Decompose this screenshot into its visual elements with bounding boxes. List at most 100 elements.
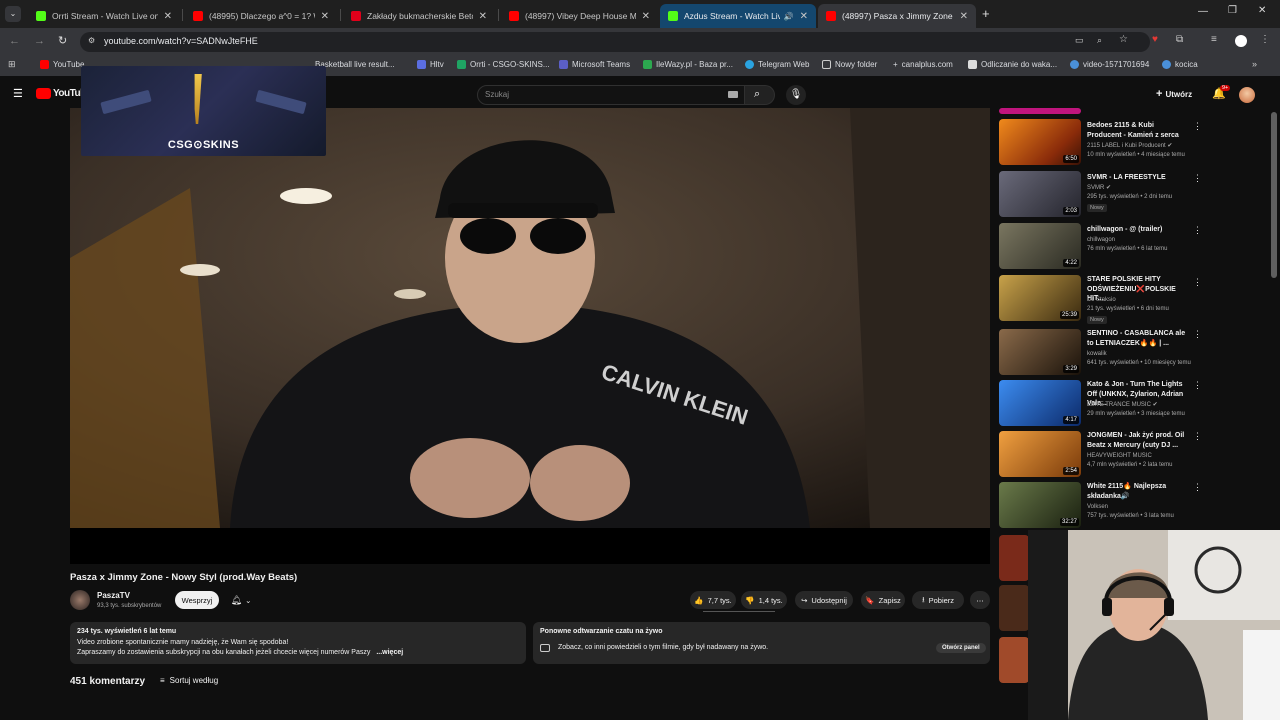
bookmark-folder[interactable]: Nowy folder: [822, 60, 877, 69]
speaker-icon[interactable]: 🔊: [784, 12, 794, 21]
bookmark-youtube[interactable]: YouTube: [40, 60, 84, 69]
bookmark-teams[interactable]: Microsoft Teams: [559, 60, 630, 69]
related-video-thumbnail[interactable]: 4:22: [999, 223, 1081, 269]
related-video-channel[interactable]: HEAVYWEIGHT MUSIC: [1087, 452, 1152, 461]
related-video-channel[interactable]: SVMR ✔: [1087, 184, 1111, 193]
related-video-thumbnail[interactable]: 3:29: [999, 329, 1081, 375]
forward-button[interactable]: →: [34, 35, 45, 47]
apps-icon[interactable]: ⊞: [8, 59, 16, 70]
bookmark-basketball[interactable]: Basketball live result...: [315, 60, 395, 69]
tab-math[interactable]: (48995) Dlaczego a^0 = 1? Wy ✕: [185, 4, 337, 28]
tab-search-button[interactable]: ⌄: [5, 6, 21, 22]
url-text[interactable]: youtube.com/watch?v=SADNwJteFHE: [104, 36, 258, 46]
bookmark-hltv[interactable]: Hltv: [417, 60, 444, 69]
avatar[interactable]: [1239, 87, 1255, 103]
minimize-button[interactable]: —: [1198, 6, 1208, 17]
bookmark-kocica[interactable]: kocica: [1162, 60, 1198, 69]
related-video-title[interactable]: chillwagon - @ (trailer): [1087, 225, 1187, 235]
more-icon[interactable]: ⋮: [1193, 482, 1202, 493]
related-video-channel[interactable]: DJ Staksio: [1087, 296, 1116, 305]
channel-name[interactable]: PaszaTV: [97, 591, 130, 600]
search-input[interactable]: Szukaj: [477, 85, 745, 105]
related-video-channel[interactable]: Volksen: [1087, 503, 1108, 512]
support-button[interactable]: Wesprzyj: [175, 591, 219, 609]
save-button[interactable]: 🔖 Zapisz: [861, 591, 905, 609]
related-video-thumbnail[interactable]: 6:50: [999, 119, 1081, 165]
open-panel-button[interactable]: Otwórz panel: [936, 643, 986, 653]
reload-button[interactable]: ↻: [58, 34, 67, 47]
extensions-icon[interactable]: ⧉: [1176, 34, 1183, 45]
related-video-title[interactable]: Bedoes 2115 & Kubi Producent - Kamień z …: [1087, 121, 1187, 140]
dislike-button[interactable]: 👎 1,4 tys.: [741, 591, 787, 609]
hamburger-icon[interactable]: ☰: [13, 87, 23, 100]
create-button[interactable]: + Utwórz: [1156, 88, 1192, 100]
extension-red-icon[interactable]: ♥: [1152, 34, 1158, 45]
bookmark-ilewazy[interactable]: IleWazy.pl - Baza pr...: [643, 60, 733, 69]
bookmark-video[interactable]: video-1571701694: [1070, 60, 1149, 69]
more-icon[interactable]: ⋮: [1193, 173, 1202, 184]
related-video-channel[interactable]: kowalik: [1087, 350, 1107, 359]
related-video-thumbnail[interactable]: 2:54: [999, 431, 1081, 477]
more-icon[interactable]: ⋮: [1193, 380, 1202, 391]
related-video-thumbnail[interactable]: 2:03: [999, 171, 1081, 217]
related-video-channel[interactable]: chillwagon: [1087, 236, 1115, 245]
back-button[interactable]: ←: [9, 35, 20, 47]
related-video-thumbnail[interactable]: 32:27: [999, 482, 1081, 528]
more-icon[interactable]: ⋮: [1193, 329, 1202, 340]
close-icon[interactable]: ✕: [800, 11, 808, 22]
menu-icon[interactable]: ⋮: [1260, 34, 1270, 45]
notifications-button[interactable]: 🔔 9+: [1212, 85, 1231, 100]
more-icon[interactable]: ⋮: [1193, 225, 1202, 236]
more-link[interactable]: ...więcej: [376, 649, 403, 656]
media-icon[interactable]: ≡: [1211, 34, 1217, 45]
like-button[interactable]: 👍 7,7 tys.: [690, 591, 736, 609]
tab-azdus[interactable]: Azdus Stream - Watch Live 🔊 ✕: [660, 4, 816, 28]
new-tab-button[interactable]: +: [982, 6, 990, 21]
bookmark-canalplus[interactable]: + canalplus.com: [893, 60, 953, 69]
description-box[interactable]: 234 tys. wyświetleń 6 lat temu Video zro…: [70, 622, 526, 664]
scrollbar[interactable]: [1271, 112, 1277, 278]
bookmark-orrti[interactable]: Orrti - CSGO-SKINS...: [457, 60, 550, 69]
more-actions-button[interactable]: ⋯: [970, 591, 990, 609]
bookmark-odliczanie[interactable]: Odliczanie do waka...: [968, 60, 1057, 69]
related-video-thumbnail[interactable]: 25:39: [999, 275, 1081, 321]
related-video-title[interactable]: SENTINO - CASABLANCA ale to LETNIACZEK🔥🔥…: [1087, 329, 1187, 348]
related-video-thumbnail[interactable]: [999, 535, 1029, 581]
related-video-channel[interactable]: ELITE TRANCE MUSIC ✔: [1087, 401, 1158, 410]
related-video-title[interactable]: JONGMEN - Jak żyć prod. Oil Beatz x Merc…: [1087, 431, 1187, 450]
bookmark-star-icon[interactable]: ☆: [1119, 34, 1128, 45]
related-video-thumbnail[interactable]: [999, 637, 1029, 683]
related-video-thumbnail[interactable]: [999, 585, 1029, 631]
maximize-button[interactable]: ❐: [1228, 5, 1237, 16]
related-video-title[interactable]: SVMR - LA FREESTYLE: [1087, 173, 1187, 183]
close-icon[interactable]: ✕: [642, 11, 650, 22]
more-icon[interactable]: ⋮: [1193, 121, 1202, 132]
zoom-icon[interactable]: ⌕: [1097, 35, 1102, 46]
video-player[interactable]: CALVIN KLEIN: [70, 108, 990, 564]
tab-orrti[interactable]: Orrti Stream - Watch Live on Ki ✕: [28, 4, 180, 28]
voice-search-button[interactable]: 🎙: [786, 85, 806, 105]
tab-deep-house[interactable]: (48997) Vibey Deep House Mi ✕: [501, 4, 658, 28]
cast-icon[interactable]: ▭: [1075, 35, 1084, 46]
site-info-icon[interactable]: ⚙: [88, 36, 95, 45]
keyboard-icon[interactable]: [728, 91, 738, 98]
download-button[interactable]: ⭳ Pobierz: [912, 591, 964, 609]
bookmark-telegram[interactable]: Telegram Web: [745, 60, 809, 69]
more-bookmarks-icon[interactable]: »: [1252, 59, 1257, 69]
sort-button[interactable]: ≡ Sortuj według: [160, 676, 218, 685]
related-video-thumbnail[interactable]: 4:17: [999, 380, 1081, 426]
profile-icon[interactable]: [1235, 35, 1247, 47]
tab-pasza[interactable]: (48997) Pasza x Jimmy Zone - I ✕: [818, 4, 976, 28]
channel-avatar[interactable]: [70, 590, 90, 610]
share-button[interactable]: ↪ Udostępnij: [795, 591, 853, 609]
close-icon[interactable]: ✕: [960, 11, 968, 22]
close-icon[interactable]: ✕: [164, 11, 172, 22]
partial-thumbnail[interactable]: [999, 108, 1081, 114]
search-button[interactable]: ⌕: [745, 85, 775, 105]
close-icon[interactable]: ✕: [321, 11, 329, 22]
tab-betclic[interactable]: Zakłady bukmacherskie Betclic ✕: [343, 4, 495, 28]
related-video-channel[interactable]: 2115 LABEL i Kubi Producent ✔: [1087, 142, 1172, 151]
more-icon[interactable]: ⋮: [1193, 431, 1202, 442]
related-video-title[interactable]: White 2115🔥 Najlepsza składanka🔊: [1087, 482, 1187, 501]
subscribe-bell-button[interactable]: 🔔︎ ⌄: [224, 591, 258, 609]
